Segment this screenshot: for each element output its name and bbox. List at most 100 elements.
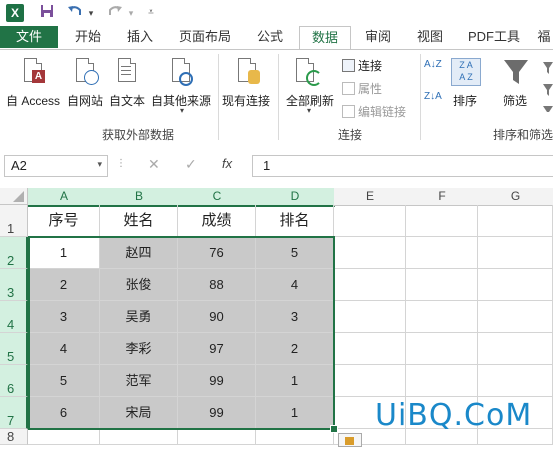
cell-d5[interactable]: 2	[256, 333, 334, 365]
cell-b3[interactable]: 张俊	[100, 269, 178, 301]
cell-b4[interactable]: 吴勇	[100, 301, 178, 333]
cell-g4[interactable]	[478, 301, 553, 333]
drag-handle-icon[interactable]: ⋮	[116, 158, 126, 169]
tab-formulas[interactable]: 公式	[248, 26, 292, 48]
cell-f2[interactable]	[406, 237, 478, 269]
insert-function-icon[interactable]: fx	[222, 156, 232, 171]
properties-button[interactable]: 属性	[340, 79, 420, 97]
cell-e6[interactable]	[334, 365, 406, 397]
cell-g2[interactable]	[478, 237, 553, 269]
tab-review[interactable]: 审阅	[356, 26, 400, 48]
cell-a2[interactable]: 1	[28, 237, 100, 269]
cell-g5[interactable]	[478, 333, 553, 365]
edit-links-button[interactable]: 编辑链接	[340, 102, 420, 120]
from-other-sources-button[interactable]: 自其他来源 ▾	[150, 54, 216, 115]
from-access-button[interactable]: A 自 Access	[4, 54, 64, 110]
cell-f4[interactable]	[406, 301, 478, 333]
enter-icon[interactable]: ✓	[185, 156, 197, 173]
row-header-4[interactable]: 4	[0, 301, 28, 333]
cell-e3[interactable]	[334, 269, 406, 301]
tab-insert[interactable]: 插入	[118, 26, 162, 48]
fill-handle[interactable]	[330, 425, 338, 433]
cell-c6[interactable]: 99	[178, 365, 256, 397]
chevron-down-icon[interactable]: ▾	[97, 159, 102, 170]
save-icon[interactable]	[38, 3, 56, 23]
cell-c3[interactable]: 88	[178, 269, 256, 301]
tab-home[interactable]: 开始	[66, 26, 110, 48]
select-all-corner[interactable]	[0, 188, 28, 205]
cell-a8[interactable]	[28, 429, 100, 445]
row-header-2[interactable]: 2	[0, 237, 28, 269]
redo-icon[interactable]	[106, 3, 124, 23]
cell-d8[interactable]	[256, 429, 334, 445]
row-header-7[interactable]: 7	[0, 397, 28, 429]
cell-a5[interactable]: 4	[28, 333, 100, 365]
tab-pdf-tools[interactable]: PDF工具	[462, 26, 526, 48]
cancel-icon[interactable]: ✕	[148, 156, 160, 173]
cell-a3[interactable]: 2	[28, 269, 100, 301]
cell-e4[interactable]	[334, 301, 406, 333]
row-header-8[interactable]: 8	[0, 429, 28, 445]
connections-button[interactable]: 连接	[340, 56, 420, 74]
cell-c4[interactable]: 90	[178, 301, 256, 333]
customize-icon[interactable]: ⩡	[145, 3, 157, 23]
cell-f3[interactable]	[406, 269, 478, 301]
cell-g3[interactable]	[478, 269, 553, 301]
tab-page-layout[interactable]: 页面布局	[172, 26, 238, 48]
cell-d7[interactable]: 1	[256, 397, 334, 429]
name-box[interactable]: A2 ▾	[4, 155, 108, 177]
column-header-f[interactable]: F	[406, 188, 479, 206]
cell-g1[interactable]	[478, 205, 553, 237]
cell-b8[interactable]	[100, 429, 178, 445]
from-web-button[interactable]: 自网站	[66, 54, 106, 110]
cell-b5[interactable]: 李彩	[100, 333, 178, 365]
cell-d6[interactable]: 1	[256, 365, 334, 397]
existing-connections-button[interactable]: 现有连接	[222, 54, 274, 110]
cell-e5[interactable]	[334, 333, 406, 365]
cell-f1[interactable]	[406, 205, 478, 237]
redo-dropdown-icon[interactable]: ▾	[126, 3, 136, 23]
cell-e2[interactable]	[334, 237, 406, 269]
row-header-3[interactable]: 3	[0, 269, 28, 301]
cell-d1[interactable]: 排名	[256, 205, 334, 237]
refresh-all-button[interactable]: 全部刷新 ▾	[284, 54, 336, 120]
cell-c2[interactable]: 76	[178, 237, 256, 269]
cell-a6[interactable]: 5	[28, 365, 100, 397]
cell-b1[interactable]: 姓名	[100, 205, 178, 237]
cell-d3[interactable]: 4	[256, 269, 334, 301]
formula-input[interactable]: 1	[252, 155, 553, 177]
cell-e1[interactable]	[334, 205, 406, 237]
tab-more[interactable]: 福	[534, 26, 553, 48]
cell-b7[interactable]: 宋局	[100, 397, 178, 429]
tab-file[interactable]: 文件	[0, 26, 58, 48]
sort-a-z-button[interactable]: A↓Z	[424, 60, 444, 80]
tab-view[interactable]: 视图	[408, 26, 452, 48]
cell-c7[interactable]: 99	[178, 397, 256, 429]
cell-c1[interactable]: 成绩	[178, 205, 256, 237]
cell-a4[interactable]: 3	[28, 301, 100, 333]
cell-d2[interactable]: 5	[256, 237, 334, 269]
cell-g6[interactable]	[478, 365, 553, 397]
tab-data[interactable]: 数据	[299, 26, 351, 50]
cell-a7[interactable]: 6	[28, 397, 100, 429]
cell-f6[interactable]	[406, 365, 478, 397]
row-header-1[interactable]: 1	[0, 205, 28, 237]
advanced-filter-icons[interactable]	[541, 56, 553, 116]
cell-c8[interactable]	[178, 429, 256, 445]
column-header-g[interactable]: G	[478, 188, 553, 206]
cell-b6[interactable]: 范军	[100, 365, 178, 397]
filter-button[interactable]: 筛选	[497, 54, 537, 114]
column-header-e[interactable]: E	[334, 188, 407, 206]
cell-c5[interactable]: 97	[178, 333, 256, 365]
undo-dropdown-icon[interactable]: ▾	[86, 3, 96, 23]
cell-f5[interactable]	[406, 333, 478, 365]
row-header-6[interactable]: 6	[0, 365, 28, 397]
row-header-5[interactable]: 5	[0, 333, 28, 365]
cell-a1[interactable]: 序号	[28, 205, 100, 237]
sort-z-a-button[interactable]: Z↓A	[424, 92, 444, 112]
sort-button[interactable]: Z AA Z 排序	[449, 54, 483, 114]
from-text-button[interactable]: 自文本	[108, 54, 148, 110]
cell-b2[interactable]: 赵四	[100, 237, 178, 269]
undo-icon[interactable]	[66, 3, 84, 23]
cell-d4[interactable]: 3	[256, 301, 334, 333]
